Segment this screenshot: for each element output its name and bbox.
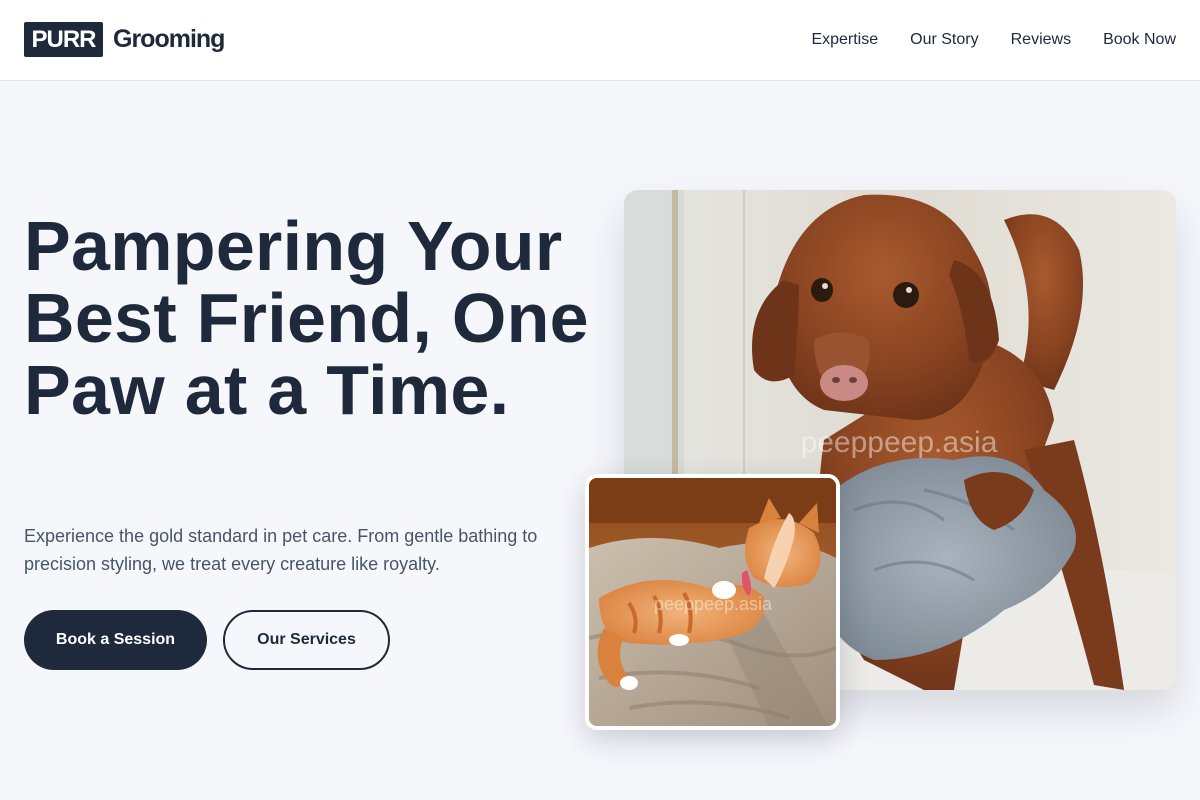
nav-link-expertise[interactable]: Expertise (811, 31, 878, 49)
logo[interactable]: PURR Grooming (24, 22, 225, 57)
site-header: PURR Grooming Expertise Our Story Review… (0, 0, 1200, 81)
nav-link-reviews[interactable]: Reviews (1011, 31, 1071, 49)
our-services-button[interactable]: Our Services (223, 610, 390, 670)
hero-headline: Pampering Your Best Friend, One Paw at a… (24, 207, 589, 429)
inset-watermark: peeppeep.asia (654, 594, 773, 614)
nav-link-book-now[interactable]: Book Now (1103, 31, 1176, 49)
cat-illustration: peeppeep.asia (589, 478, 836, 726)
nav-link-our-story[interactable]: Our Story (910, 31, 978, 49)
hero-subtext: Experience the gold standard in pet care… (24, 526, 538, 574)
cat-photo: peeppeep.asia (585, 474, 840, 730)
logo-text: Grooming (113, 25, 225, 53)
main-nav: Expertise Our Story Reviews Book Now (779, 0, 1176, 80)
book-session-button[interactable]: Book a Session (24, 610, 207, 670)
logo-badge: PURR (24, 22, 103, 57)
main-watermark: peeppeep.asia (801, 426, 998, 459)
